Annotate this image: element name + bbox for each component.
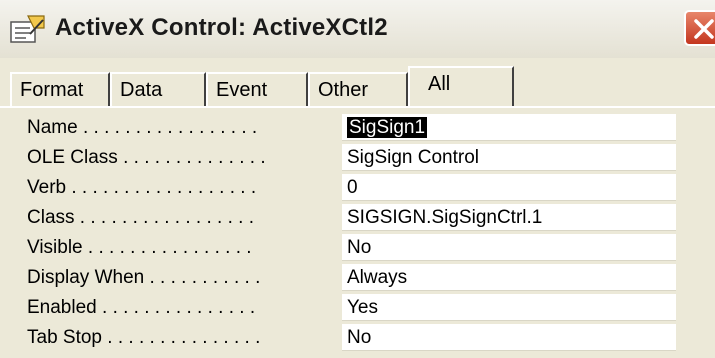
tab-other[interactable]: Other <box>308 72 408 106</box>
tab-all[interactable]: All <box>408 66 514 108</box>
property-value[interactable]: 0 <box>342 174 676 201</box>
property-value[interactable]: No <box>342 234 676 261</box>
property-label: Tab Stop . . . . . . . . . . . . . . . <box>27 327 261 348</box>
window-title: ActiveX Control: ActiveXCtl2 <box>55 14 388 41</box>
property-label: Display When . . . . . . . . . . . <box>27 267 261 288</box>
property-row-ole-class[interactable]: OLE Class . . . . . . . . . . . . . . Si… <box>0 144 715 172</box>
property-row-verb[interactable]: Verb . . . . . . . . . . . . . . . . . .… <box>0 174 715 202</box>
property-row-display-when[interactable]: Display When . . . . . . . . . . . Alway… <box>0 264 715 292</box>
property-value[interactable]: Yes <box>342 294 676 321</box>
tab-data[interactable]: Data <box>110 72 206 106</box>
property-label: Enabled . . . . . . . . . . . . . . . <box>27 297 256 318</box>
property-value[interactable]: SigSign1 <box>342 114 676 141</box>
property-value[interactable]: SIGSIGN.SigSignCtrl.1 <box>342 204 676 231</box>
tab-divider <box>0 106 715 108</box>
property-row-tab-stop[interactable]: Tab Stop . . . . . . . . . . . . . . . N… <box>0 324 715 352</box>
tab-format[interactable]: Format <box>10 72 110 106</box>
selected-text[interactable]: SigSign1 <box>347 117 428 138</box>
tab-strip: Format Data Event Other All <box>0 62 715 108</box>
property-label: Name . . . . . . . . . . . . . . . . . <box>27 117 258 138</box>
property-label: Class . . . . . . . . . . . . . . . . . <box>27 207 254 228</box>
property-value[interactable]: Always <box>342 264 676 291</box>
close-icon <box>694 19 714 39</box>
property-row-class[interactable]: Class . . . . . . . . . . . . . . . . . … <box>0 204 715 232</box>
close-button[interactable] <box>684 10 715 46</box>
property-row-enabled[interactable]: Enabled . . . . . . . . . . . . . . . Ye… <box>0 294 715 322</box>
property-value[interactable]: SigSign Control <box>342 144 676 171</box>
properties-sheet-icon <box>10 15 45 43</box>
property-row-visible[interactable]: Visible . . . . . . . . . . . . . . . . … <box>0 234 715 262</box>
property-value[interactable]: No <box>342 324 676 351</box>
title-bar: ActiveX Control: ActiveXCtl2 <box>0 0 715 58</box>
property-label: Visible . . . . . . . . . . . . . . . . <box>27 237 252 258</box>
property-row-name[interactable]: Name . . . . . . . . . . . . . . . . . S… <box>0 114 715 142</box>
property-label: Verb . . . . . . . . . . . . . . . . . . <box>27 177 257 198</box>
property-label: OLE Class . . . . . . . . . . . . . . <box>27 147 266 168</box>
tab-event[interactable]: Event <box>206 72 308 106</box>
